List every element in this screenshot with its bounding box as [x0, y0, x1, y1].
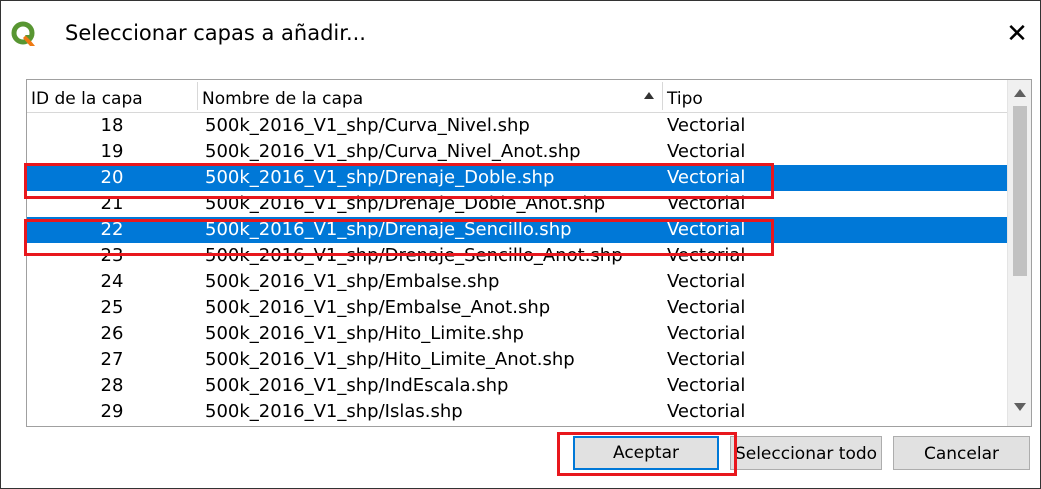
column-header-name[interactable]: Nombre de la capa [198, 80, 662, 112]
table-row[interactable]: 21 500k_2016_V1_shp/Drenaje_Doble_Anot.sh… [27, 191, 1007, 217]
table-row[interactable]: 19 500k_2016_V1_shp/Curva_Nivel_Anot.shp V… [27, 139, 1007, 165]
window-title: Seleccionar capas a añadir... [65, 21, 366, 45]
layer-type-cell: Vectorial [667, 167, 746, 188]
layer-id-cell: 28 [100, 375, 124, 396]
cancel-button[interactable]: Cancelar [893, 436, 1030, 470]
table-row[interactable]: 20 500k_2016_V1_shp/Drenaje_Doble.shp Vect… [27, 165, 1007, 191]
scroll-down-icon[interactable] [1008, 396, 1031, 418]
layer-name-cell: 500k_2016_V1_shp/Drenaje_Sencillo_Anot.s… [205, 245, 623, 266]
layer-id-cell: 19 [100, 141, 124, 162]
layer-type-cell: Vectorial [667, 115, 746, 136]
layer-type-cell: Vectorial [667, 349, 746, 370]
scrollbar-thumb[interactable] [1013, 106, 1027, 276]
table-body: 18 500k_2016_V1_shp/Curva_Nivel.shp Vector… [27, 113, 1007, 426]
layer-table[interactable]: ID de la capa Nombre de la capa Tipo 18 5… [26, 79, 1032, 427]
table-row[interactable]: 29 500k_2016_V1_shp/Islas.shp Vectorial [27, 399, 1007, 425]
layer-id-cell: 20 [100, 167, 124, 188]
vertical-scrollbar[interactable] [1007, 80, 1031, 426]
table-row[interactable]: 27 500k_2016_V1_shp/Hito_Limite_Anot.shp V… [27, 347, 1007, 373]
qgis-logo-icon [11, 21, 37, 47]
sort-ascending-icon [644, 92, 654, 99]
layer-name-cell: 500k_2016_V1_shp/Drenaje_Doble_Anot.shp [205, 193, 606, 214]
layer-name-cell: 500k_2016_V1_shp/Drenaje_Sencillo.shp [205, 219, 572, 240]
layer-name-cell: 500k_2016_V1_shp/Curva_Nivel.shp [205, 115, 530, 136]
layer-id-cell: 23 [100, 245, 124, 266]
layer-name-cell: 500k_2016_V1_shp/Hito_Limite.shp [205, 323, 524, 344]
layer-type-cell: Vectorial [667, 375, 746, 396]
column-header-type[interactable]: Tipo [663, 80, 1003, 112]
table-row[interactable]: 18 500k_2016_V1_shp/Curva_Nivel.shp Vector… [27, 113, 1007, 139]
layer-id-cell: 27 [100, 349, 124, 370]
table-row[interactable]: 22 500k_2016_V1_shp/Drenaje_Sencillo.shp V… [27, 217, 1007, 243]
layer-type-cell: Vectorial [667, 401, 746, 422]
title-bar: Seleccionar capas a añadir... ✕ [1, 1, 1040, 65]
scroll-up-icon[interactable] [1008, 82, 1031, 104]
table-row[interactable]: 23 500k_2016_V1_shp/Drenaje_Sencillo_Anot… [27, 243, 1007, 269]
layer-name-cell: 500k_2016_V1_shp/Curva_Nivel_Anot.shp [205, 141, 581, 162]
layer-id-cell: 22 [100, 219, 124, 240]
layer-id-cell: 21 [100, 193, 124, 214]
layer-name-cell: 500k_2016_V1_shp/Drenaje_Doble.shp [205, 167, 555, 188]
layer-id-cell: 29 [100, 401, 124, 422]
layer-id-cell: 18 [100, 115, 124, 136]
layer-name-cell: 500k_2016_V1_shp/Islas.shp [205, 401, 463, 422]
table-row[interactable]: 28 500k_2016_V1_shp/IndEscala.shp Vectoria… [27, 373, 1007, 399]
layer-type-cell: Vectorial [667, 219, 746, 240]
column-header-id[interactable]: ID de la capa [27, 80, 197, 112]
table-row[interactable]: 26 500k_2016_V1_shp/Hito_Limite.shp Vector… [27, 321, 1007, 347]
layer-type-cell: Vectorial [667, 245, 746, 266]
close-icon[interactable]: ✕ [994, 11, 1040, 57]
layer-type-cell: Vectorial [667, 323, 746, 344]
table-row[interactable]: 24 500k_2016_V1_shp/Embalse.shp Vectorial [27, 269, 1007, 295]
layer-name-cell: 500k_2016_V1_shp/Embalse.shp [205, 271, 500, 292]
layer-type-cell: Vectorial [667, 271, 746, 292]
table-row[interactable]: 25 500k_2016_V1_shp/Embalse_Anot.shp Vecto… [27, 295, 1007, 321]
table-header: ID de la capa Nombre de la capa Tipo [27, 80, 1007, 113]
layer-id-cell: 24 [100, 271, 124, 292]
layer-type-cell: Vectorial [667, 141, 746, 162]
layer-name-cell: 500k_2016_V1_shp/IndEscala.shp [205, 375, 509, 396]
layer-name-cell: 500k_2016_V1_shp/Embalse_Anot.shp [205, 297, 551, 318]
layer-type-cell: Vectorial [667, 297, 746, 318]
layer-name-cell: 500k_2016_V1_shp/Hito_Limite_Anot.shp [205, 349, 575, 370]
layer-id-cell: 25 [100, 297, 124, 318]
select-all-button[interactable]: Seleccionar todo [730, 436, 882, 470]
accept-button[interactable]: Aceptar [573, 436, 719, 470]
layer-type-cell: Vectorial [667, 193, 746, 214]
layer-id-cell: 26 [100, 323, 124, 344]
